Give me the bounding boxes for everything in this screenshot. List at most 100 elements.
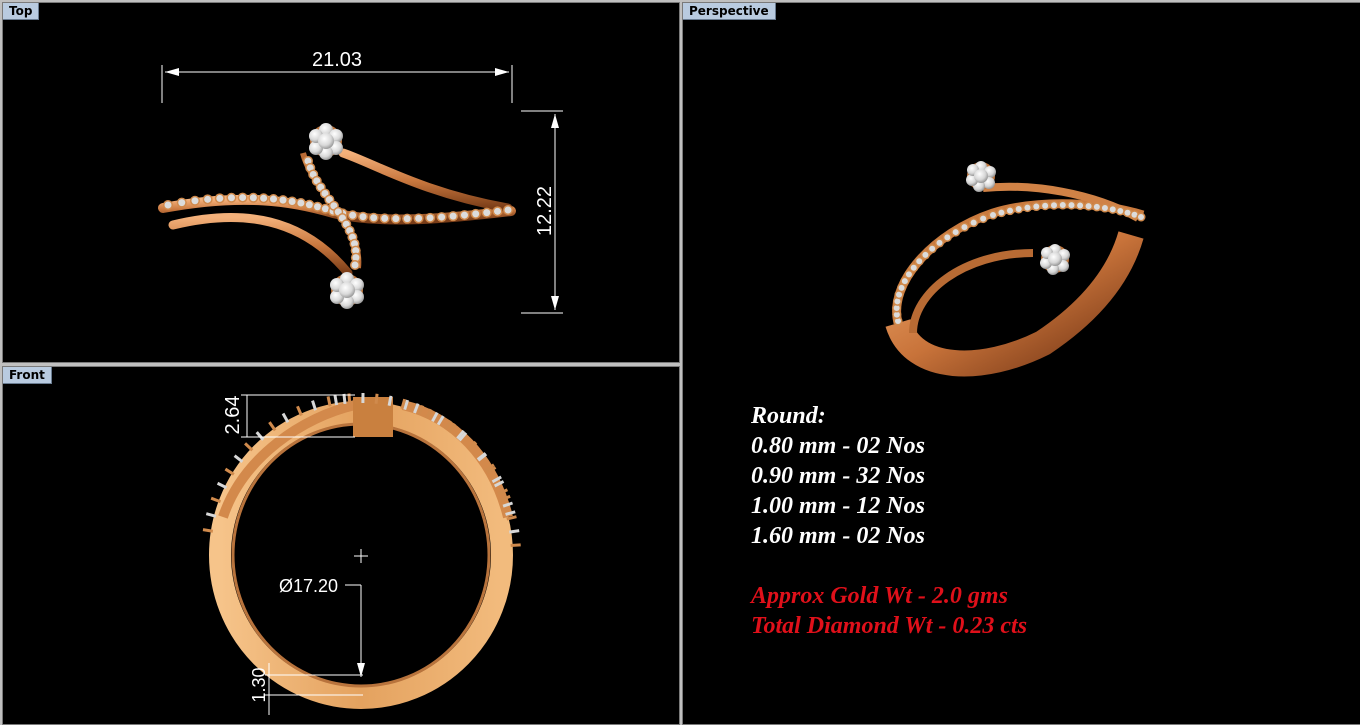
pave-diamond xyxy=(896,292,902,298)
prong xyxy=(269,422,275,430)
pave-diamond xyxy=(990,212,996,218)
spec-heading: Round: xyxy=(751,401,826,431)
pave-diamond xyxy=(314,203,321,210)
pave-diamond xyxy=(392,215,399,222)
front-viewport[interactable]: Front 2.64 Ø17.20 xyxy=(2,366,680,725)
pave-diamond xyxy=(911,265,917,271)
pave-diamond xyxy=(427,214,434,221)
pave-diamond xyxy=(216,195,223,202)
diameter-label: Ø17.20 xyxy=(279,576,338,596)
ring-top-view xyxy=(163,123,513,309)
prong xyxy=(509,531,519,533)
diamond-weight-text: Total Diamond Wt - 0.23 cts xyxy=(751,611,1027,641)
pave-diamond xyxy=(228,194,235,201)
pave-diamond xyxy=(438,214,445,221)
pave-diamond xyxy=(916,258,922,264)
top-viewport[interactable]: Top 21.03 12.22 xyxy=(2,2,680,363)
pave-diamond xyxy=(922,252,928,258)
pave-diamond xyxy=(899,285,905,291)
pave-diamond xyxy=(1060,202,1066,208)
perspective-viewport[interactable]: Perspective xyxy=(682,2,1360,725)
pave-diamond xyxy=(894,298,900,304)
spec-line-1: 0.80 mm - 02 Nos xyxy=(751,431,925,461)
pave-diamond xyxy=(953,229,959,235)
pave-diamond xyxy=(472,210,479,217)
pave-diamond xyxy=(929,246,935,252)
gold-weight-text: Approx Gold Wt - 2.0 gms xyxy=(751,581,1008,611)
pave-diamond xyxy=(260,195,267,202)
spec-line-3: 1.00 mm - 12 Nos xyxy=(751,491,925,521)
prong xyxy=(235,456,243,462)
pave-diamond xyxy=(250,194,257,201)
pave-diamond xyxy=(1016,206,1022,212)
pave-diamond xyxy=(204,196,211,203)
prong xyxy=(511,545,521,546)
pave-diamond xyxy=(270,196,277,203)
ring-perspective-view xyxy=(892,161,1145,363)
prong xyxy=(225,469,233,474)
prong xyxy=(211,498,220,502)
width-dimension-label: 21.03 xyxy=(312,49,362,71)
pave-diamond xyxy=(1110,206,1116,212)
prong xyxy=(376,394,377,404)
pave-diamond xyxy=(279,197,286,204)
pave-diamond xyxy=(894,305,900,311)
pave-diamond xyxy=(505,207,512,214)
pave-diamond xyxy=(1094,204,1100,210)
pave-diamond xyxy=(1007,208,1013,214)
pave-diamond xyxy=(1125,210,1131,216)
pave-diamond xyxy=(191,197,198,204)
prong xyxy=(283,414,288,423)
pave-diamond xyxy=(906,271,912,277)
pave-diamond xyxy=(1042,203,1048,209)
prong xyxy=(245,443,252,450)
pave-diamond xyxy=(998,210,1004,216)
height-dimension-label: 12.22 xyxy=(534,186,556,236)
flower-setting-bottom xyxy=(330,272,364,309)
top-view-canvas: 21.03 12.22 xyxy=(3,3,679,362)
pave-diamond xyxy=(349,212,356,219)
prong xyxy=(257,432,264,440)
pave-diamond xyxy=(370,214,377,221)
prong xyxy=(218,483,227,487)
pave-diamond xyxy=(352,262,359,269)
pave-diamond xyxy=(450,213,457,220)
pave-diamond xyxy=(961,224,967,230)
flower-setting-top xyxy=(309,123,343,160)
pave-diamond xyxy=(165,202,172,209)
pave-diamond xyxy=(289,198,296,205)
pave-diamond xyxy=(415,215,422,222)
pave-diamond xyxy=(1033,204,1039,210)
pave-diamond xyxy=(936,240,942,246)
flower-setting-lower xyxy=(1040,244,1070,275)
pave-diamond xyxy=(1077,202,1083,208)
pave-diamond xyxy=(461,212,468,219)
diameter-dimension: Ø17.20 xyxy=(279,576,365,677)
pave-diamond xyxy=(902,278,908,284)
pave-diamond xyxy=(494,208,501,215)
pave-diamond xyxy=(381,215,388,222)
prong xyxy=(389,396,391,406)
ring-front-view xyxy=(203,393,521,698)
front-view-canvas: 2.64 Ø17.20 1.30 xyxy=(3,367,679,724)
prong xyxy=(313,401,316,411)
pave-diamond xyxy=(1117,208,1123,214)
bottom-thickness-label: 1.30 xyxy=(249,667,269,702)
pave-diamond xyxy=(1024,205,1030,211)
prong xyxy=(297,406,301,415)
flower-setting-upper xyxy=(966,161,996,192)
top-thickness-label: 2.64 xyxy=(222,396,244,435)
pave-diamond xyxy=(360,213,367,220)
pave-diamond xyxy=(322,205,329,212)
pave-diamond xyxy=(1051,202,1057,208)
pave-diamond xyxy=(1138,214,1144,220)
pave-diamond xyxy=(297,200,304,207)
width-dimension: 21.03 xyxy=(162,49,512,103)
spec-line-2: 0.90 mm - 32 Nos xyxy=(751,461,925,491)
pave-diamond xyxy=(980,216,986,222)
spec-line-4: 1.60 mm - 02 Nos xyxy=(751,521,925,551)
prong xyxy=(328,396,330,406)
prong xyxy=(335,395,337,405)
pave-diamond xyxy=(1086,203,1092,209)
pave-diamond xyxy=(239,194,246,201)
